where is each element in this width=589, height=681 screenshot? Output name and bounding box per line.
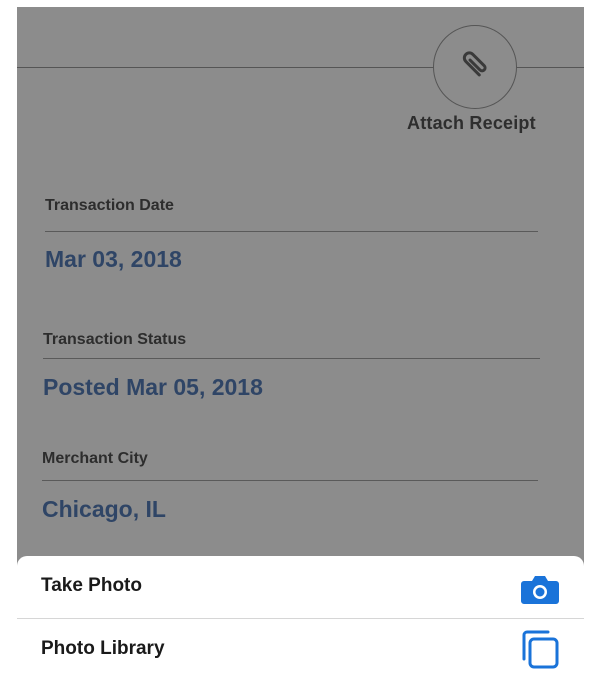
paperclip-icon [455, 45, 495, 90]
camera-icon [520, 573, 560, 605]
transaction-date-value: Mar 03, 2018 [45, 246, 182, 272]
transaction-status-divider [43, 358, 540, 359]
transaction-date-divider [45, 231, 538, 232]
merchant-city-value: Chicago, IL [42, 496, 166, 522]
transaction-status-value: Posted Mar 05, 2018 [43, 374, 263, 400]
merchant-city-divider [42, 480, 538, 481]
action-sheet: Take Photo Photo Library [17, 556, 584, 681]
photo-library-icon [520, 629, 560, 671]
transaction-status-label: Transaction Status [43, 331, 187, 348]
transaction-date-label: Transaction Date [45, 197, 174, 214]
photo-library-label: Photo Library [41, 638, 165, 659]
take-photo-option[interactable]: Take Photo [17, 556, 584, 619]
transaction-detail-screen: Attach Receipt Transaction Date Mar 03, … [17, 7, 584, 681]
photo-library-option[interactable]: Photo Library [17, 619, 584, 681]
attach-receipt-button[interactable] [433, 25, 517, 109]
take-photo-label: Take Photo [41, 575, 142, 596]
attach-receipt-label[interactable]: Attach Receipt [407, 113, 536, 134]
merchant-city-label: Merchant City [42, 450, 148, 467]
